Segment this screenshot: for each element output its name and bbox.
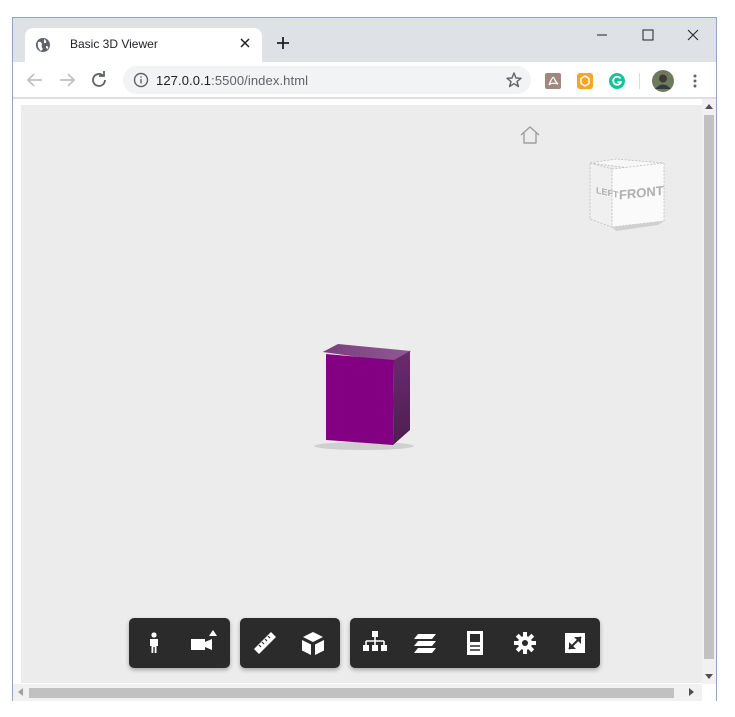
viewer-canvas[interactable]: LEFT FRONT bbox=[21, 105, 702, 683]
scroll-left-arrow-icon[interactable] bbox=[18, 688, 23, 696]
scroll-right-arrow-icon[interactable] bbox=[689, 688, 694, 696]
scroll-up-arrow-icon[interactable] bbox=[705, 104, 713, 109]
forward-icon[interactable] bbox=[55, 68, 79, 92]
url-path: :5500/index.html bbox=[211, 73, 309, 88]
model-browser-button[interactable] bbox=[360, 628, 390, 658]
bookmark-star-icon[interactable] bbox=[505, 71, 523, 89]
vertical-scrollbar[interactable] bbox=[702, 99, 716, 684]
pdf-extension-icon[interactable] bbox=[544, 72, 562, 90]
url-host: 127.0.0.1 bbox=[156, 73, 212, 88]
layers-button[interactable] bbox=[410, 628, 440, 658]
scroll-down-arrow-icon[interactable] bbox=[705, 674, 713, 679]
page-viewport: LEFT FRONT bbox=[13, 99, 716, 701]
tab-title: Basic 3D Viewer bbox=[70, 37, 158, 51]
navigation-tools-group bbox=[129, 618, 230, 668]
url-text: 127.0.0.1:5500/index.html bbox=[156, 73, 308, 88]
fullscreen-icon bbox=[565, 633, 585, 653]
settings-button[interactable] bbox=[510, 628, 540, 658]
view-cube[interactable]: LEFT FRONT bbox=[586, 155, 666, 235]
properties-icon bbox=[467, 631, 483, 655]
hierarchy-icon bbox=[363, 631, 387, 651]
grammarly-icon[interactable] bbox=[608, 72, 626, 90]
layers-icon bbox=[414, 634, 436, 653]
home-icon[interactable] bbox=[519, 125, 541, 145]
minimize-icon[interactable] bbox=[587, 24, 617, 46]
browser-toolbar: 127.0.0.1:5500/index.html bbox=[13, 62, 716, 98]
info-icon[interactable] bbox=[133, 72, 149, 88]
first-person-button[interactable] bbox=[139, 628, 169, 658]
section-cube-icon bbox=[302, 632, 324, 655]
measure-tools-group bbox=[240, 618, 340, 668]
browser-tab[interactable]: Basic 3D Viewer bbox=[25, 28, 262, 62]
menu-kebab-icon[interactable] bbox=[686, 72, 704, 90]
reload-icon[interactable] bbox=[87, 68, 111, 92]
fullscreen-button[interactable] bbox=[560, 628, 590, 658]
close-window-icon[interactable] bbox=[678, 24, 708, 46]
horizontal-scrollbar[interactable] bbox=[13, 684, 702, 701]
maximize-icon[interactable] bbox=[633, 24, 663, 46]
section-button[interactable] bbox=[298, 628, 328, 658]
horizontal-scroll-thumb[interactable] bbox=[29, 688, 674, 698]
video-camera-icon bbox=[191, 630, 217, 650]
model-tools-group bbox=[350, 618, 600, 668]
avatar[interactable] bbox=[652, 70, 674, 92]
globe-icon bbox=[36, 38, 50, 52]
purple-cube-model[interactable] bbox=[304, 340, 414, 452]
title-bar: Basic 3D Viewer bbox=[13, 18, 716, 62]
browser-window: Basic 3D Viewer 127.0.0.1:5500/index.htm… bbox=[12, 17, 717, 701]
ruler-icon bbox=[254, 632, 276, 654]
gear-icon bbox=[514, 632, 536, 654]
vertical-scroll-thumb[interactable] bbox=[704, 115, 714, 659]
honey-extension-icon[interactable] bbox=[576, 72, 594, 90]
toolbar-divider bbox=[639, 73, 640, 89]
address-bar[interactable]: 127.0.0.1:5500/index.html bbox=[123, 66, 531, 94]
back-icon[interactable] bbox=[23, 68, 47, 92]
close-tab-icon[interactable] bbox=[238, 36, 252, 50]
measure-button[interactable] bbox=[250, 628, 280, 658]
properties-button[interactable] bbox=[460, 628, 490, 658]
person-icon bbox=[150, 632, 158, 653]
new-tab-icon[interactable] bbox=[275, 35, 291, 51]
camera-button[interactable] bbox=[187, 628, 217, 658]
